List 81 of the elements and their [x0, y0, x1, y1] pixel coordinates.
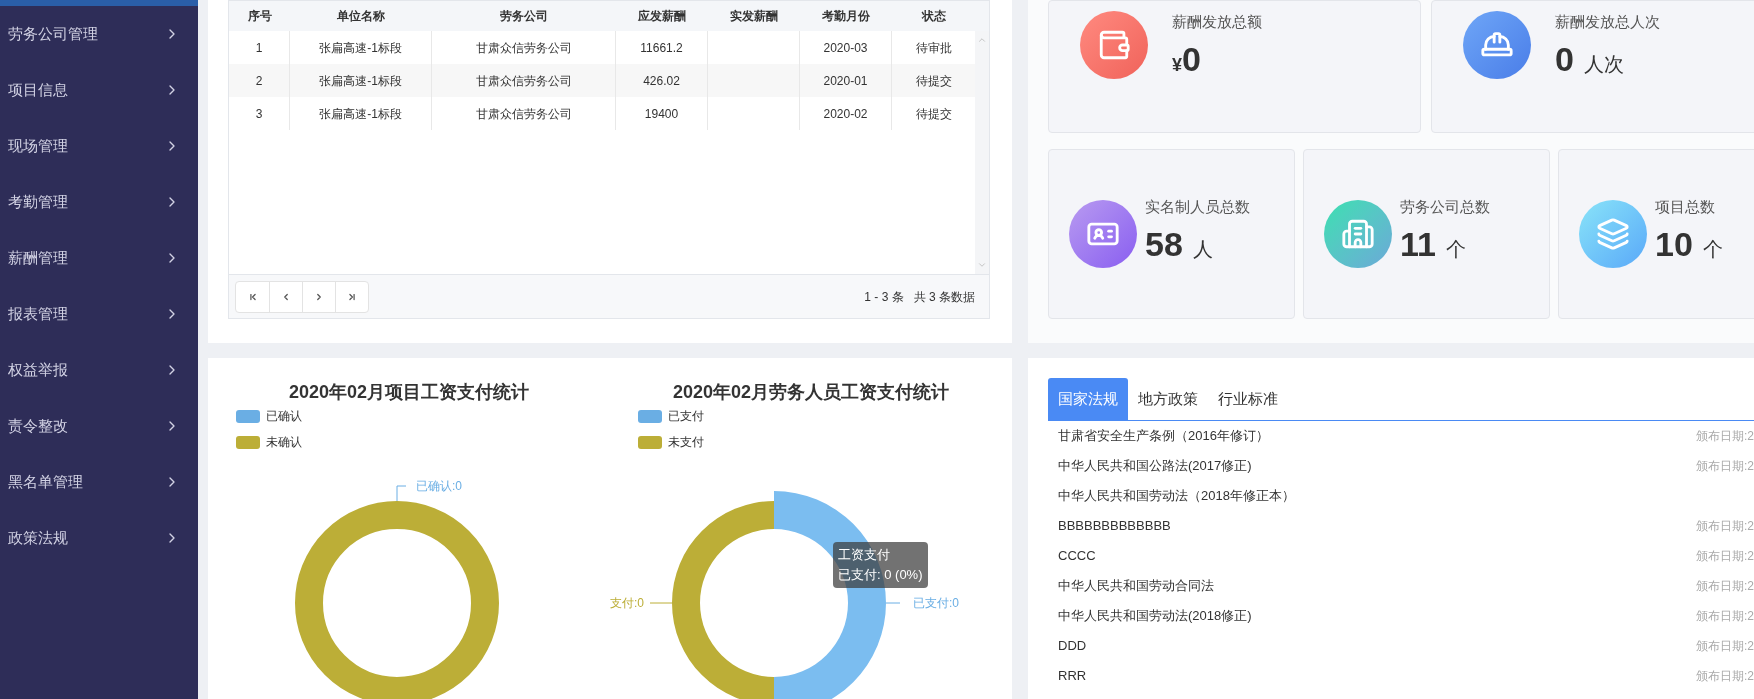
- table-cell: 甘肃众信劳务公司: [432, 97, 616, 130]
- column-header: 应发薪酬: [637, 8, 687, 25]
- publish-date: 颁布日期:2: [1696, 608, 1754, 625]
- chart-tooltip: 工资支付 已支付: 0 (0%): [833, 542, 928, 588]
- sidebar-item[interactable]: 项目信息: [0, 62, 198, 118]
- record-total: 共 3 条数据: [913, 288, 975, 306]
- publish-date: 颁布日期:2: [1696, 668, 1754, 685]
- chevron-down-icon: [977, 260, 987, 270]
- sidebar-item[interactable]: 现场管理: [0, 118, 198, 174]
- publish-date: 颁布日期:2: [1696, 518, 1754, 535]
- policy-item[interactable]: 中华人民共和国劳动法（2018年修正本）: [1048, 481, 1754, 511]
- column-header: 序号: [246, 8, 273, 25]
- policy-item[interactable]: 中华人民共和国劳动合同法 颁布日期:2: [1048, 571, 1754, 601]
- chevron-right-icon: [314, 291, 324, 302]
- policy-item[interactable]: 中华人民共和国劳动法(2018修正) 颁布日期:2: [1048, 601, 1754, 631]
- column-header: 劳务公司: [499, 8, 549, 25]
- publish-date: 颁布日期:2: [1696, 578, 1754, 595]
- chart-title: 2020年02月劳务人员工资支付统计: [671, 381, 951, 404]
- publish-date: 颁布日期:2: [1696, 548, 1754, 565]
- publish-date: 颁布日期:2: [1696, 638, 1754, 655]
- sidebar-item[interactable]: 黑名单管理: [0, 454, 198, 510]
- sidebar-item[interactable]: 责令整改: [0, 398, 198, 454]
- tab[interactable]: 行业标准: [1208, 378, 1288, 420]
- leader-line: [885, 602, 901, 604]
- policy-item[interactable]: RRR 颁布日期:2: [1048, 661, 1754, 691]
- policy-item[interactable]: 中华人民共和国公路法(2017修正) 颁布日期:2: [1048, 451, 1754, 481]
- stat-value: 0: [1182, 39, 1201, 79]
- chart-label: 支付:0: [610, 596, 644, 610]
- page-range: 1 - 3 条: [864, 288, 904, 306]
- column-header: 考勤月份: [821, 8, 871, 25]
- policy-item[interactable]: CCCC 颁布日期:2: [1048, 541, 1754, 571]
- leader-line: [649, 602, 673, 604]
- currency-symbol: ¥: [1172, 55, 1182, 77]
- last-page-icon: [347, 291, 357, 302]
- stat-unit: 人: [1192, 237, 1213, 262]
- stat-label: 实名制人员总数: [1145, 197, 1250, 217]
- sidebar-item[interactable]: 薪酬管理: [0, 230, 198, 286]
- stat-unit: 人次: [1583, 52, 1624, 77]
- chevron-up-icon: [977, 35, 987, 45]
- column-header: 状态: [920, 8, 947, 25]
- policy-item[interactable]: BBBBBBBBBBBBB 颁布日期:2: [1048, 511, 1754, 541]
- column-header: 单位名称: [336, 8, 386, 25]
- table-cell-text: 待审批: [914, 39, 953, 57]
- chart-title: 2020年02月项目工资支付统计: [287, 381, 531, 404]
- policy-item[interactable]: 甘肃省安全生产条例（2016年修订） 颁布日期:2: [1048, 421, 1754, 451]
- chevron-left-icon: [281, 291, 291, 302]
- legend-item[interactable]: 未确认: [236, 432, 610, 452]
- sidebar-item[interactable]: 考勤管理: [0, 174, 198, 230]
- sidebar-item[interactable]: 劳务公司管理: [0, 6, 198, 62]
- first-page-icon: [247, 291, 258, 302]
- stat-label: 劳务公司总数: [1400, 197, 1490, 217]
- table-cell: 19400: [616, 97, 708, 130]
- legend-item[interactable]: 已确认: [236, 406, 610, 426]
- chart-label: 已确认:0: [416, 479, 462, 493]
- stat-unit: 个: [1445, 237, 1466, 262]
- table-cell: 3: [229, 97, 290, 130]
- legend-item[interactable]: 未支付: [638, 432, 1012, 452]
- stat-label: 项目总数: [1655, 197, 1716, 217]
- leader-line: [396, 485, 407, 502]
- stat-value: 11: [1400, 224, 1436, 264]
- stat-value: 58: [1145, 224, 1183, 264]
- sidebar-item[interactable]: 政策法规: [0, 510, 198, 566]
- stat-label: 薪酬发放总人次: [1555, 12, 1660, 32]
- stat-label: 薪酬发放总额: [1172, 12, 1262, 32]
- table-cell: 2020-02: [800, 97, 892, 130]
- sidebar-item[interactable]: 权益举报: [0, 342, 198, 398]
- scrollbar[interactable]: [975, 31, 989, 274]
- table-cell-text: 待提交: [914, 72, 953, 90]
- table-cell: 张扁高速-1标段: [290, 97, 432, 130]
- publish-date: 颁布日期:2: [1696, 458, 1754, 475]
- policy-item[interactable]: DDD 颁布日期:2: [1048, 631, 1754, 661]
- stat-value: 0: [1555, 39, 1574, 79]
- stat-value: 10: [1655, 224, 1693, 264]
- table-cell-text: 待提交: [914, 105, 953, 123]
- sidebar-item[interactable]: 报表管理: [0, 286, 198, 342]
- stat-unit: 个: [1702, 237, 1723, 262]
- tab[interactable]: 地方政策: [1128, 378, 1208, 420]
- legend-item[interactable]: 已支付: [638, 406, 1012, 426]
- column-header: 实发薪酬: [729, 8, 779, 25]
- chart-label: 已支付:0: [913, 596, 959, 610]
- publish-date: 颁布日期:2: [1696, 428, 1754, 445]
